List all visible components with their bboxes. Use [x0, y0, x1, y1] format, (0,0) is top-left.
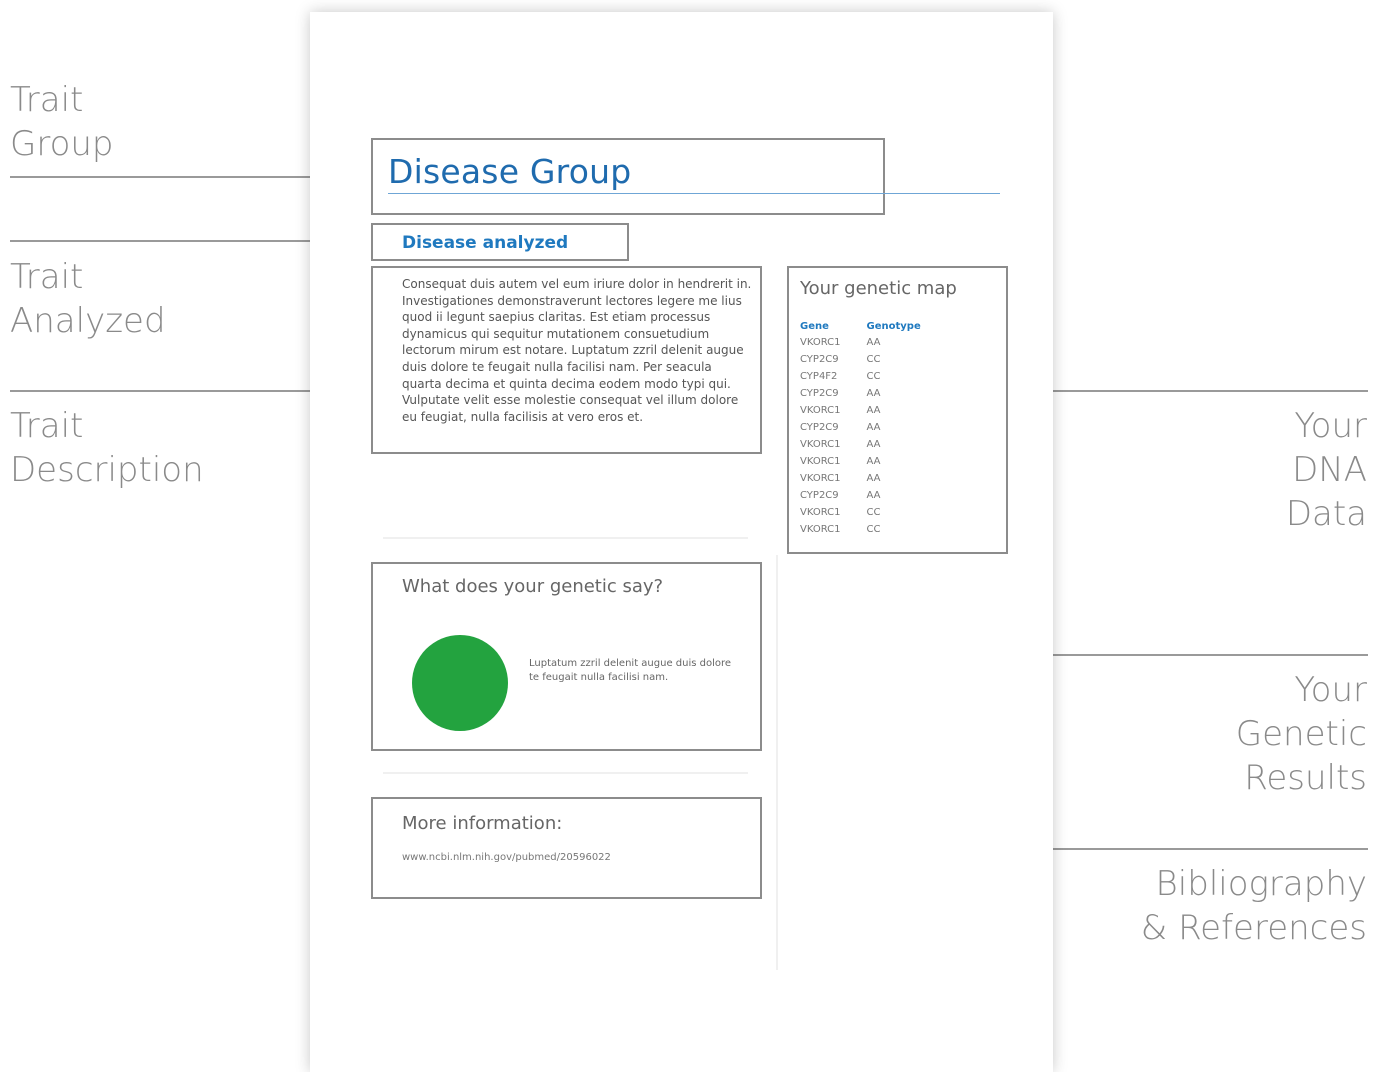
more-information-box: More information: www.ncbi.nlm.nih.gov/p…: [371, 797, 762, 899]
table-row: VKORC1 AA: [800, 470, 947, 487]
disease-group-box: Disease Group: [371, 138, 885, 215]
disease-analyzed-title: Disease analyzed: [402, 233, 569, 253]
table-row: CYP4F2 CC: [800, 368, 947, 385]
divider: [383, 772, 748, 774]
group-title-underline: [388, 193, 1000, 194]
gene-cell: VKORC1: [800, 405, 841, 416]
gene-cell: VKORC1: [800, 439, 841, 450]
table-row: VKORC1 AA: [800, 436, 947, 453]
label-trait-group: Trait Group: [10, 80, 114, 164]
genotype-cell: CC: [866, 524, 881, 535]
table-row: CYP2C9 AA: [800, 385, 947, 402]
genotype-cell: CC: [866, 507, 881, 518]
genotype-cell: AA: [866, 456, 881, 467]
genotype-cell: AA: [866, 439, 881, 450]
table-row: VKORC1 CC: [800, 521, 947, 538]
gene-cell: CYP2C9: [800, 490, 839, 501]
label-your-dna-data: Your DNA Data: [1285, 406, 1367, 534]
genotype-cell: AA: [866, 405, 881, 416]
gene-cell: VKORC1: [800, 473, 841, 484]
gene-cell: VKORC1: [800, 456, 841, 467]
genotype-cell: AA: [866, 422, 881, 433]
column-divider: [776, 555, 778, 970]
genotype-cell: AA: [866, 490, 881, 501]
disease-analyzed-box: Disease analyzed: [371, 223, 629, 261]
table-row: VKORC1 AA: [800, 453, 947, 470]
column-header-gene: Gene: [800, 320, 829, 332]
gene-cell: CYP2C9: [800, 354, 839, 365]
gene-cell: VKORC1: [800, 524, 841, 535]
connector-dna-data: [1006, 390, 1368, 392]
genetic-result-box: What does your genetic say? Luptatum zzr…: [371, 562, 762, 751]
divider: [383, 537, 748, 539]
gene-cell: CYP4F2: [800, 371, 838, 382]
genetic-map-table: Gene Genotype VKORC1 AA CYP2C9 CC CYP4F2 CC…: [800, 318, 947, 538]
gene-cell: CYP2C9: [800, 388, 839, 399]
label-bibliography: Bibliography & References: [1140, 864, 1367, 948]
gene-cell: VKORC1: [800, 507, 841, 518]
genetic-result-text: Luptatum zzril delenit augue duis dolore…: [529, 658, 732, 683]
genotype-cell: AA: [866, 388, 881, 399]
column-header-genotype: Genotype: [866, 320, 921, 332]
table-row: VKORC1 CC: [800, 504, 947, 521]
genotype-cell: CC: [866, 354, 881, 365]
table-row: CYP2C9 AA: [800, 419, 947, 436]
genotype-cell: AA: [866, 337, 881, 348]
more-information-title: More information:: [402, 813, 563, 834]
trait-description-box: Consequat duis autem vel eum iriure dolo…: [371, 266, 762, 454]
disease-group-title: Disease Group: [388, 152, 632, 191]
table-row: CYP2C9 CC: [800, 351, 947, 368]
label-trait-description: Trait Description: [10, 406, 204, 490]
table-row: VKORC1 AA: [800, 334, 947, 351]
genetic-map-title: Your genetic map: [800, 278, 957, 299]
table-row: CYP2C9 AA: [800, 487, 947, 504]
genotype-cell: AA: [866, 473, 881, 484]
label-trait-analyzed: Trait Analyzed: [10, 257, 166, 341]
table-row: VKORC1 AA: [800, 402, 947, 419]
genetic-result-title: What does your genetic say?: [402, 576, 664, 597]
genotype-cell: CC: [866, 371, 881, 382]
trait-description-text: Consequat duis autem vel eum iriure dolo…: [402, 277, 752, 424]
result-indicator-circle: [412, 635, 508, 731]
gene-cell: VKORC1: [800, 337, 841, 348]
label-your-genetic-results: Your Genetic Results: [1235, 670, 1367, 798]
gene-cell: CYP2C9: [800, 422, 839, 433]
reference-link[interactable]: www.ncbi.nlm.nih.gov/pubmed/20596022: [402, 852, 611, 863]
genetic-map-box: Your genetic map Gene Genotype VKORC1 AA …: [787, 266, 1008, 554]
table-header-row: Gene Genotype: [800, 318, 947, 334]
